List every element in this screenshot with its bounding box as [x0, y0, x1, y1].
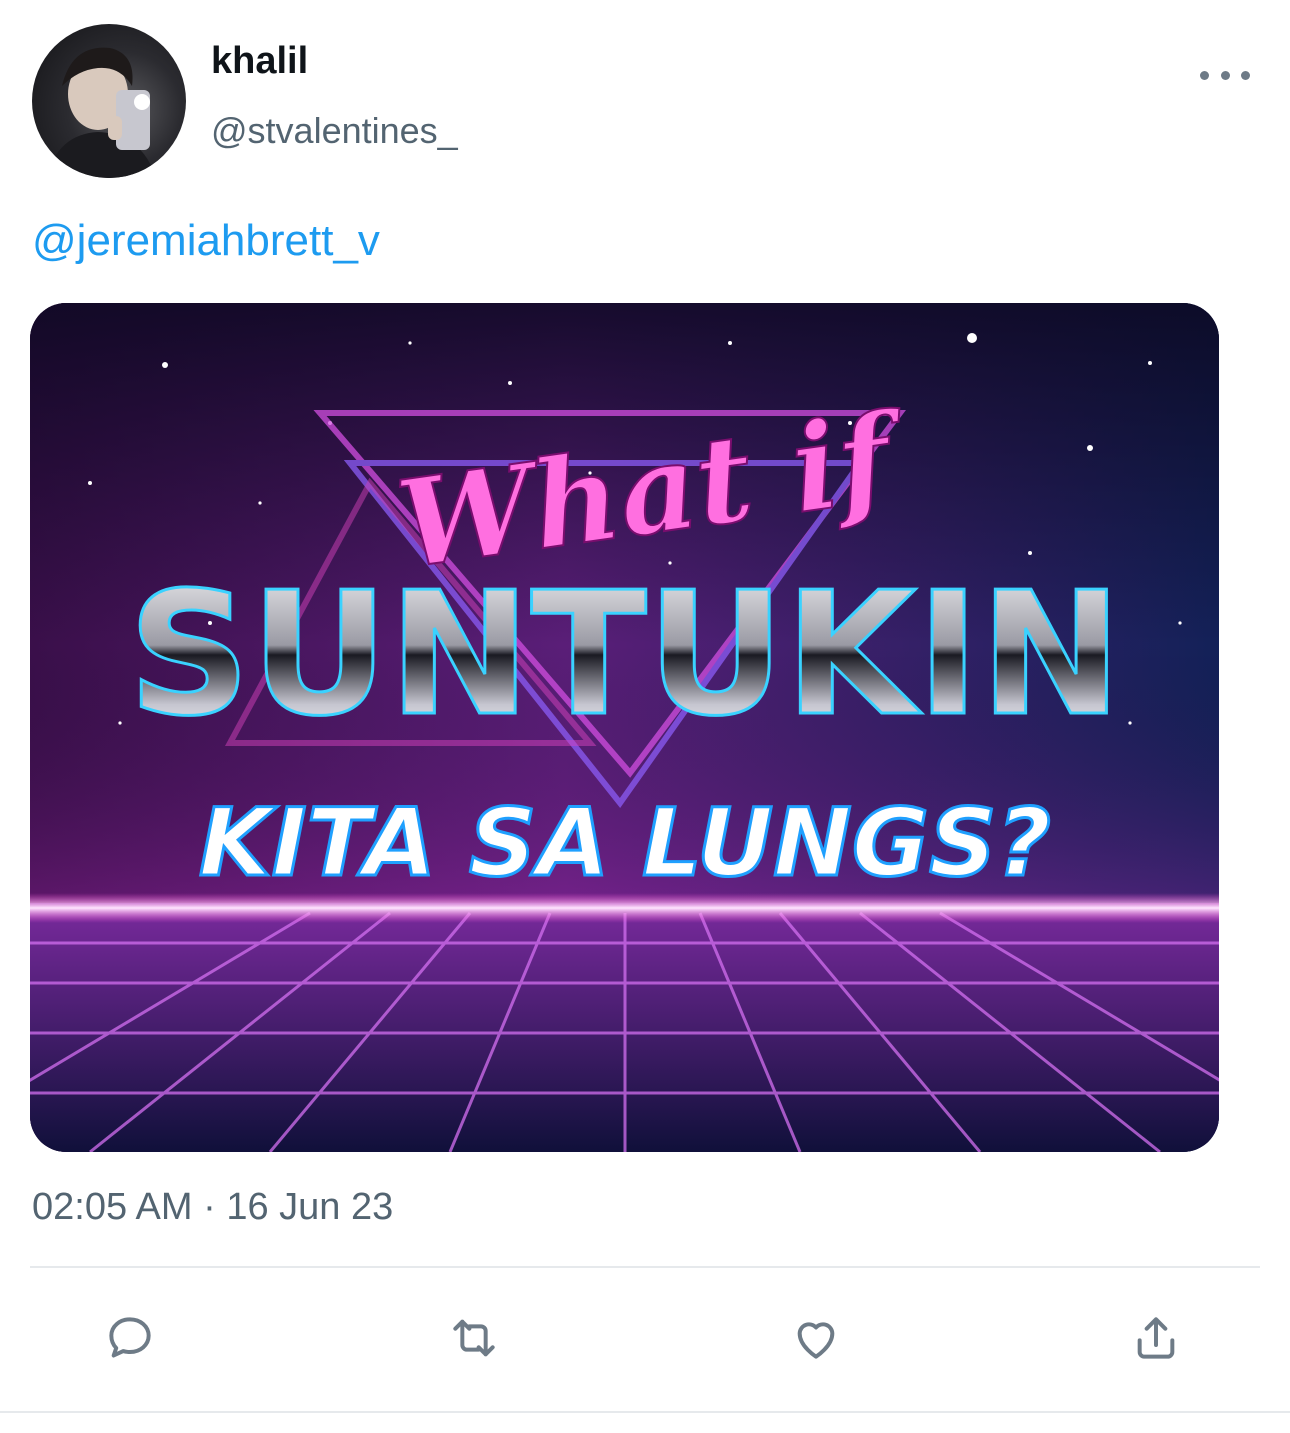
user-handle[interactable]: @stvalentines_ [211, 110, 458, 152]
tweet-image[interactable]: What if SUNTUKIN KITA SA LUNGS? [30, 303, 1219, 1152]
share-button[interactable] [1126, 1308, 1186, 1368]
display-name[interactable]: khalil [211, 40, 308, 83]
tweet-timestamp[interactable]: 02:05 AM · 16 Jun 23 [32, 1186, 393, 1229]
reply-button[interactable] [100, 1308, 160, 1368]
retweet-button[interactable] [444, 1308, 504, 1368]
avatar[interactable] [32, 24, 186, 178]
image-text-sub: KITA SA LUNGS? [199, 789, 1051, 898]
like-button[interactable] [786, 1308, 846, 1368]
heart-icon [797, 1322, 835, 1359]
divider [30, 1266, 1260, 1268]
bottom-divider [0, 1411, 1290, 1413]
image-text-main: SUNTUKIN [128, 556, 1122, 754]
share-icon [1137, 1317, 1175, 1359]
more-options-icon[interactable] [1200, 60, 1250, 90]
comment-icon [109, 1317, 151, 1358]
retweet-icon [453, 1319, 495, 1357]
avatar-photo [46, 47, 156, 178]
mention-link[interactable]: @jeremiahbrett_v [32, 216, 380, 266]
tweet-actions [0, 1300, 1290, 1380]
